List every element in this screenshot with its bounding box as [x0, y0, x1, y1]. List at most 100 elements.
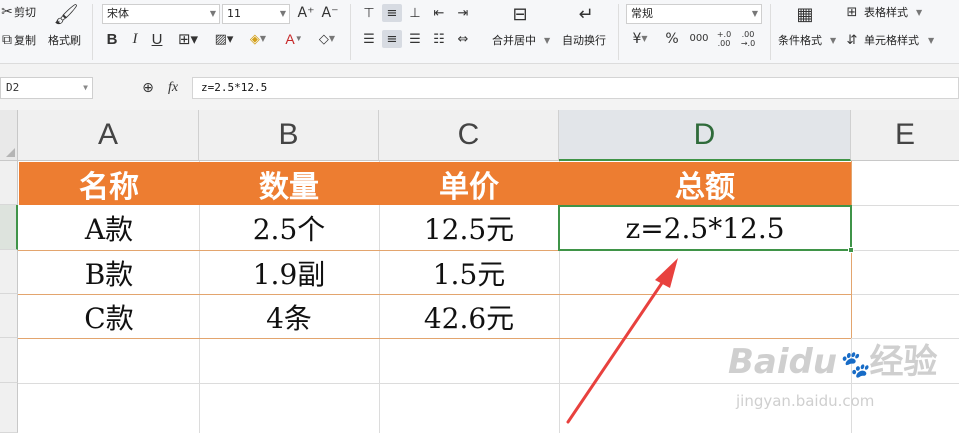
table-cell[interactable]: 12.5元	[379, 206, 559, 250]
header-cell-name[interactable]: 名称	[19, 162, 199, 205]
watermark-url: jingyan.baidu.com	[736, 392, 875, 410]
justify-icon[interactable]: ☷	[430, 30, 448, 48]
merge-center-dropdown[interactable]: ▼	[544, 34, 550, 48]
zoom-icon[interactable]: ⊕	[138, 79, 158, 97]
font-color-icon[interactable]: A ▼	[282, 30, 306, 48]
group-separator	[618, 4, 619, 60]
table-cell[interactable]: 1.5元	[379, 251, 559, 294]
name-box[interactable]: D2 ▼	[0, 77, 93, 99]
fill-handle[interactable]	[848, 247, 854, 253]
spreadsheet-grid: A B C D E 名称 数量 单价 总额 A款 2.5个 12.5元 z=2.…	[0, 110, 959, 433]
row-header-1[interactable]	[0, 161, 18, 205]
column-header-e[interactable]: E	[851, 110, 959, 161]
cell-style-icon[interactable]: ⇵	[844, 32, 860, 48]
paw-icon: 🐾	[837, 350, 870, 380]
table-cell[interactable]: 2.5个	[199, 206, 379, 250]
table-style-button[interactable]: 表格样式	[864, 6, 908, 20]
increase-decimal-icon[interactable]: +.0 .00	[714, 28, 734, 50]
table-border	[18, 338, 851, 339]
row-header-5[interactable]	[0, 338, 18, 383]
format-painter-button[interactable]: 格式刷	[48, 34, 81, 48]
row-header-3[interactable]	[0, 250, 18, 294]
fill-color-icon[interactable]: ◈ ▼	[246, 30, 270, 48]
table-style-icon[interactable]: ⊞	[844, 4, 860, 20]
formula-input[interactable]: z=2.5*12.5	[192, 77, 959, 99]
number-format-select[interactable]: 常规 ▼	[626, 4, 762, 24]
scissors-icon[interactable]: ✂	[0, 4, 14, 20]
italic-icon[interactable]: I	[128, 30, 142, 48]
column-header-d[interactable]: D	[559, 110, 851, 161]
conditional-format-icon[interactable]: ▦	[792, 4, 818, 26]
cut-button[interactable]: 剪切	[14, 6, 36, 20]
select-all-corner[interactable]	[0, 110, 18, 161]
border-icon[interactable]: ⊞▾	[176, 30, 200, 48]
copy-button[interactable]: 复制	[14, 34, 36, 48]
increase-font-icon[interactable]: A⁺	[296, 4, 316, 22]
conditional-format-dropdown[interactable]: ▼	[830, 34, 836, 48]
decrease-decimal-icon[interactable]: .00 →.0	[738, 28, 758, 50]
indent-decrease-icon[interactable]: ⇤	[430, 4, 448, 22]
fx-icon[interactable]: fx	[162, 79, 184, 97]
arrow-shaft	[566, 278, 666, 424]
table-style-dropdown[interactable]: ▼	[916, 6, 922, 20]
name-box-value: D2	[6, 81, 20, 94]
row-header-2[interactable]	[0, 205, 18, 250]
align-center-icon[interactable]: ≡	[382, 30, 402, 48]
wrap-text-icon[interactable]: ↵	[572, 4, 600, 26]
column-header-b[interactable]: B	[199, 110, 379, 161]
corner-triangle-icon	[6, 148, 15, 157]
arrow-head	[655, 258, 678, 288]
copy-icon[interactable]: ⧉	[0, 32, 14, 48]
bold-icon[interactable]: B	[104, 30, 120, 48]
chevron-down-icon: ▼	[209, 9, 216, 18]
align-top-icon[interactable]: ⊤	[360, 4, 378, 22]
align-bottom-icon[interactable]: ⊥	[406, 4, 424, 22]
active-cell-selection[interactable]	[558, 205, 854, 253]
watermark-brand: Baidu🐾经验	[728, 334, 937, 383]
merge-center-button[interactable]: 合并居中	[492, 34, 536, 48]
indent-increase-icon[interactable]: ⇥	[454, 4, 472, 22]
chevron-down-icon: ▼	[83, 83, 88, 92]
table-cell[interactable]: A款	[19, 206, 199, 250]
ribbon-toolbar: ✂ 剪切 ⧉ 复制 🖌 格式刷 宋体 ▼ 11 ▼ A⁺ A⁻ B I U ⊞▾…	[0, 0, 959, 64]
table-cell[interactable]: 4条	[199, 295, 379, 338]
header-cell-unit-price[interactable]: 单价	[379, 162, 559, 205]
number-format-value: 常规	[631, 7, 653, 20]
distribute-icon[interactable]: ⇔	[454, 30, 472, 48]
column-header-c[interactable]: C	[379, 110, 559, 161]
fill-pattern-icon[interactable]: ▨▾	[212, 30, 236, 48]
table-cell[interactable]: 42.6元	[379, 295, 559, 338]
cell-style-dropdown[interactable]: ▼	[928, 34, 934, 48]
thousands-separator-icon[interactable]: 000	[688, 30, 710, 48]
align-right-icon[interactable]: ☰	[406, 30, 424, 48]
cell-style-button[interactable]: 单元格样式	[864, 34, 919, 48]
align-left-icon[interactable]: ☰	[360, 30, 378, 48]
gridline	[851, 294, 959, 295]
watermark-brand-cn: 经验	[869, 342, 938, 382]
currency-icon[interactable]: ¥ ▼	[628, 30, 652, 48]
underline-icon[interactable]: U	[150, 30, 164, 48]
align-middle-icon[interactable]: ≡	[382, 4, 402, 22]
row-header-6[interactable]	[0, 383, 18, 433]
decrease-font-icon[interactable]: A⁻	[320, 4, 340, 22]
conditional-format-button[interactable]: 条件格式	[778, 34, 822, 48]
font-name-select[interactable]: 宋体 ▼	[102, 4, 220, 24]
annotation-arrow	[566, 258, 678, 424]
table-border	[18, 294, 851, 295]
percent-icon[interactable]: %	[662, 30, 682, 48]
table-cell[interactable]: C款	[19, 295, 199, 338]
row-header-4[interactable]	[0, 294, 18, 338]
group-separator	[92, 4, 93, 60]
wrap-text-button[interactable]: 自动换行	[562, 34, 606, 48]
font-size-select[interactable]: 11 ▼	[222, 4, 290, 24]
chevron-down-icon: ▼	[279, 9, 286, 18]
column-header-a[interactable]: A	[18, 110, 199, 161]
header-cell-total[interactable]: 总额	[559, 162, 851, 205]
header-cell-quantity[interactable]: 数量	[199, 162, 379, 205]
clear-format-icon[interactable]: ◇ ▼	[314, 30, 340, 48]
format-painter-icon[interactable]: 🖌	[53, 2, 78, 26]
table-cell[interactable]: B款	[19, 251, 199, 294]
gridline	[851, 250, 959, 251]
table-cell[interactable]: 1.9副	[199, 251, 379, 294]
merge-center-icon[interactable]: ⊟	[506, 4, 534, 26]
